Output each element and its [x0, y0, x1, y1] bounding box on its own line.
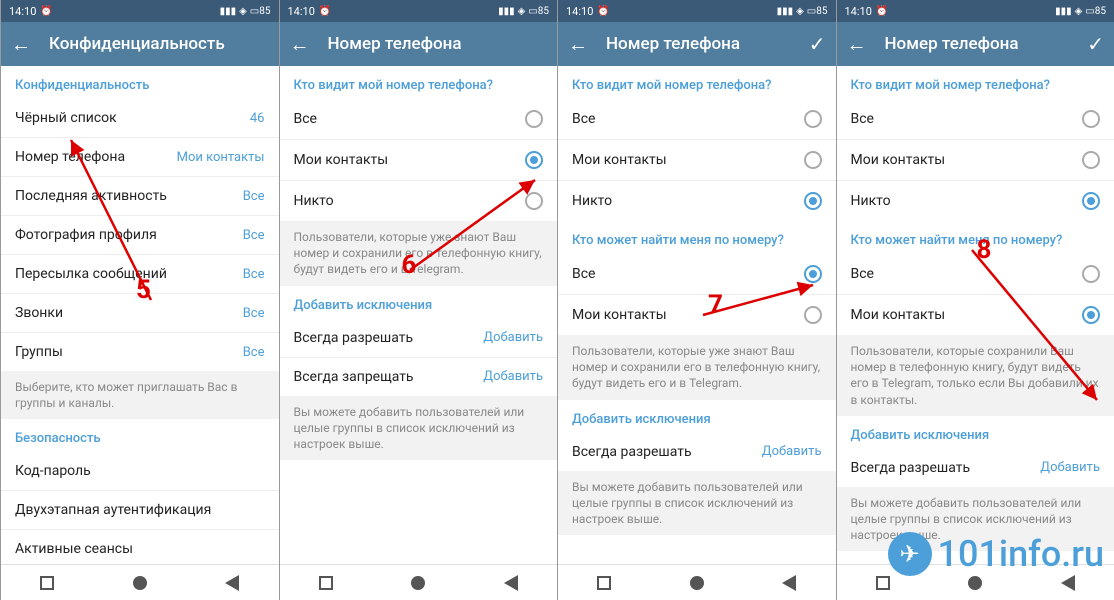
recent-apps-button[interactable] [40, 576, 54, 590]
row-last-seen[interactable]: Последняя активностьВсе [1, 177, 279, 216]
app-bar: ← Номер телефона ✓ [558, 22, 836, 66]
back-button[interactable]: ← [847, 32, 871, 57]
row-always-allow[interactable]: Всегда разрешатьДобавить [558, 433, 836, 471]
section-who-finds: Кто может найти меня по номеру? [837, 221, 1114, 254]
status-bar: 14:10⏰ ▮▮▮◈▭85 [558, 0, 836, 22]
section-who-sees: Кто видит мой номер телефона? [558, 66, 836, 99]
section-who-sees: Кто видит мой номер телефона? [280, 66, 558, 99]
recent-apps-button[interactable] [876, 576, 890, 590]
row-passcode[interactable]: Код-пароль [1, 452, 279, 491]
content: Конфиденциальность Чёрный список46 Номер… [1, 66, 279, 564]
radio-everybody[interactable]: Все [837, 99, 1114, 140]
hint-find: Пользователи, которые сохранили Ваш номе… [837, 335, 1114, 416]
hint-groups: Выберите, кто может приглашать Вас в гру… [1, 371, 279, 419]
row-twofa[interactable]: Двухэтапная аутентификация [1, 491, 279, 530]
app-bar: ← Конфиденциальность [1, 22, 279, 66]
radio-everybody[interactable]: Все [558, 99, 836, 140]
radio-contacts[interactable]: Мои контакты [558, 140, 836, 181]
confirm-button[interactable]: ✓ [1087, 32, 1104, 56]
page-title: Номер телефона [606, 34, 740, 54]
row-blacklist[interactable]: Чёрный список46 [1, 99, 279, 138]
radio-icon [525, 110, 543, 128]
hint-exceptions: Вы можете добавить пользователей или цел… [837, 487, 1114, 552]
radio-contacts[interactable]: Мои контакты [280, 140, 558, 181]
radio-find-everybody[interactable]: Все [837, 254, 1114, 295]
section-header-security: Безопасность [1, 419, 279, 452]
row-groups[interactable]: ГруппыВсе [1, 333, 279, 371]
row-calls[interactable]: ЗвонкиВсе [1, 294, 279, 333]
screen-phone-1: 14:10⏰ ▮▮▮◈▭85 ← Номер телефона Кто види… [279, 0, 558, 600]
radio-nobody[interactable]: Никто [558, 181, 836, 221]
screen-phone-2: 14:10⏰ ▮▮▮◈▭85 ← Номер телефона ✓ Кто ви… [557, 0, 836, 600]
status-bar: 14:10⏰ ▮▮▮◈▭85 [837, 0, 1114, 22]
row-phone-number[interactable]: Номер телефонаМои контакты [1, 138, 279, 177]
screen-phone-3: 14:10⏰ ▮▮▮◈▭85 ← Номер телефона ✓ Кто ви… [836, 0, 1114, 600]
alarm-icon: ⏰ [40, 6, 52, 17]
section-who-finds: Кто может найти меня по номеру? [558, 221, 836, 254]
back-nav-button[interactable] [504, 575, 518, 591]
section-exceptions: Добавить исключения [280, 286, 558, 319]
hint-find: Пользователи, которые уже знают Ваш номе… [558, 335, 836, 400]
wifi-icon: ◈ [239, 6, 247, 17]
row-forwarding[interactable]: Пересылка сообщенийВсе [1, 255, 279, 294]
row-always-deny[interactable]: Всегда запрещатьДобавить [280, 358, 558, 396]
screen-privacy: 14:10⏰ ▮▮▮◈▭85 ← Конфиденциальность Конф… [0, 0, 279, 600]
back-button[interactable]: ← [290, 32, 314, 57]
page-title: Номер телефона [328, 34, 462, 54]
row-always-allow[interactable]: Всегда разрешатьДобавить [280, 319, 558, 358]
radio-find-contacts[interactable]: Мои контакты [837, 295, 1114, 335]
page-title: Конфиденциальность [49, 34, 225, 54]
recent-apps-button[interactable] [597, 576, 611, 590]
android-nav-bar [558, 564, 836, 600]
back-button[interactable]: ← [568, 32, 592, 57]
home-button[interactable] [133, 576, 147, 590]
back-nav-button[interactable] [1061, 575, 1075, 591]
recent-apps-button[interactable] [319, 576, 333, 590]
radio-nobody[interactable]: Никто [280, 181, 558, 221]
section-who-sees: Кто видит мой номер телефона? [837, 66, 1114, 99]
hint-exceptions: Вы можете добавить пользователей или цел… [558, 471, 836, 536]
back-button[interactable]: ← [11, 32, 35, 57]
page-title: Номер телефона [885, 34, 1019, 54]
back-nav-button[interactable] [225, 575, 239, 591]
row-profile-photo[interactable]: Фотография профиляВсе [1, 216, 279, 255]
status-bar: 14:10⏰ ▮▮▮◈▭85 [1, 0, 279, 22]
status-bar: 14:10⏰ ▮▮▮◈▭85 [280, 0, 558, 22]
android-nav-bar [1, 564, 279, 600]
battery-icon: ▭85 [250, 6, 271, 17]
confirm-button[interactable]: ✓ [809, 32, 826, 56]
radio-icon [525, 192, 543, 210]
home-button[interactable] [690, 576, 704, 590]
radio-icon [525, 151, 543, 169]
hint-exceptions: Вы можете добавить пользователей или цел… [280, 396, 558, 461]
signal-icon: ▮▮▮ [220, 6, 237, 17]
row-always-allow[interactable]: Всегда разрешатьДобавить [837, 449, 1114, 487]
home-button[interactable] [411, 576, 425, 590]
back-nav-button[interactable] [782, 575, 796, 591]
radio-contacts[interactable]: Мои контакты [837, 140, 1114, 181]
row-sessions[interactable]: Активные сеансы [1, 530, 279, 564]
app-bar: ← Номер телефона ✓ [837, 22, 1114, 66]
section-header-privacy: Конфиденциальность [1, 66, 279, 99]
android-nav-bar [280, 564, 558, 600]
section-exceptions: Добавить исключения [837, 416, 1114, 449]
android-nav-bar [837, 564, 1114, 600]
radio-find-everybody[interactable]: Все [558, 254, 836, 295]
home-button[interactable] [968, 576, 982, 590]
radio-find-contacts[interactable]: Мои контакты [558, 295, 836, 335]
radio-nobody[interactable]: Никто [837, 181, 1114, 221]
hint-who: Пользователи, которые уже знают Ваш номе… [280, 221, 558, 286]
radio-everybody[interactable]: Все [280, 99, 558, 140]
section-exceptions: Добавить исключения [558, 400, 836, 433]
app-bar: ← Номер телефона [280, 22, 558, 66]
